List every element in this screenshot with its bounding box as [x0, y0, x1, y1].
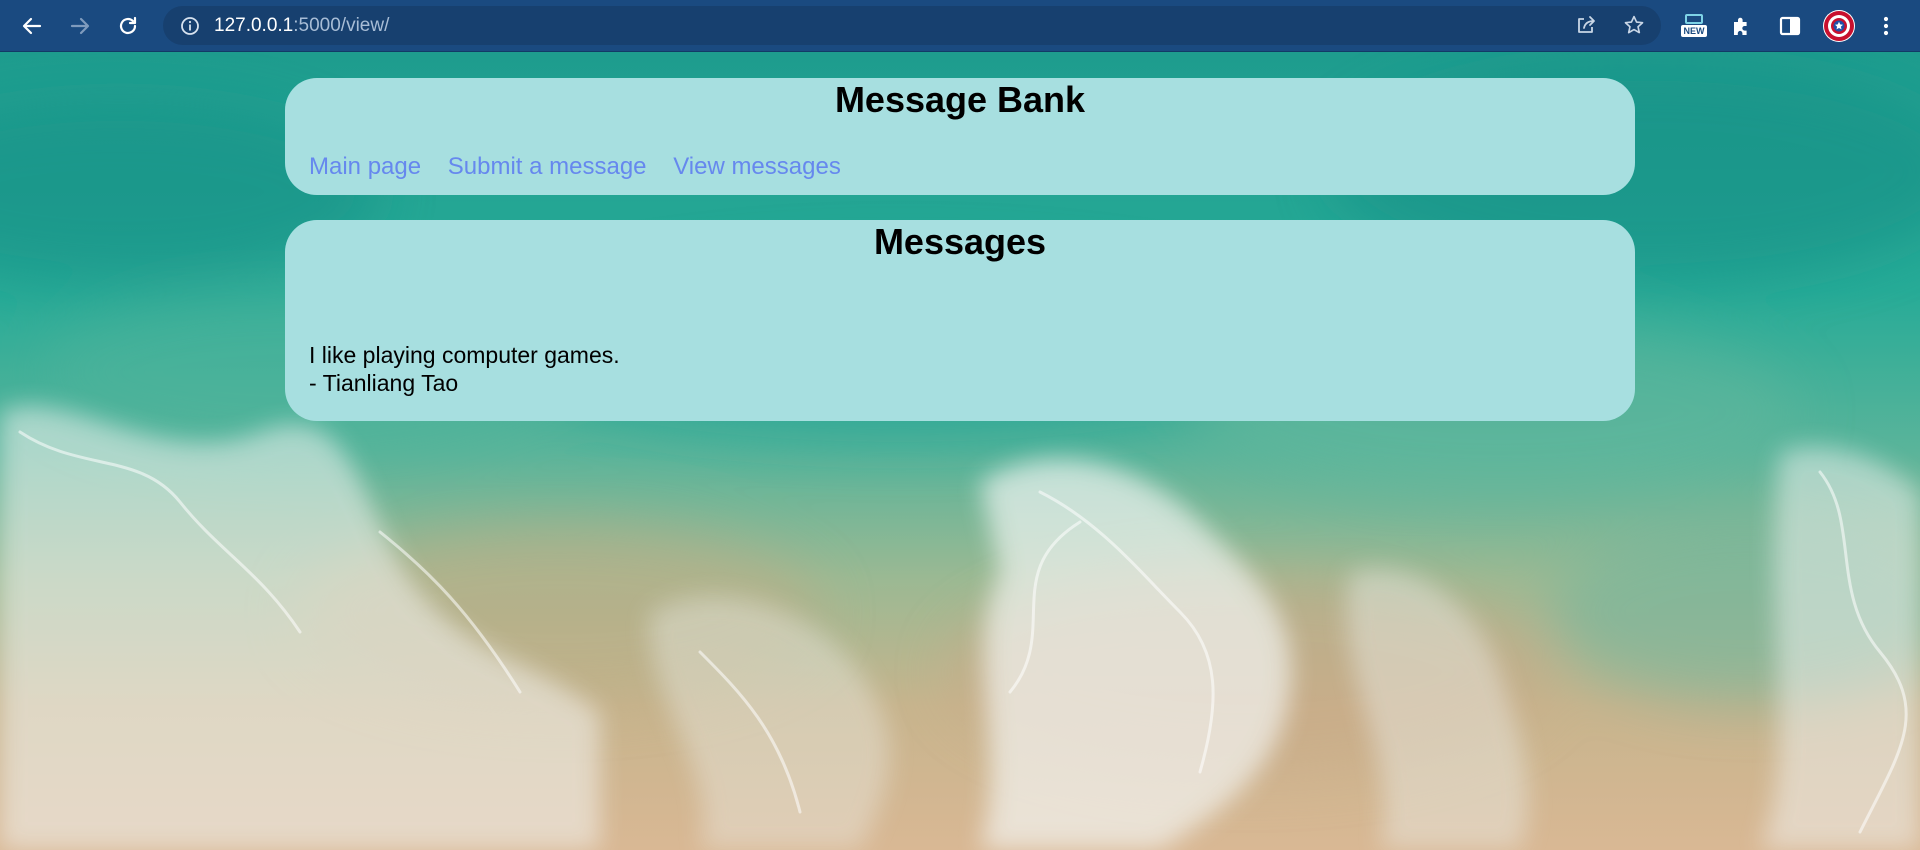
side-panel-icon	[1779, 16, 1801, 36]
nav-link-view-messages[interactable]: View messages	[673, 153, 841, 180]
url-text[interactable]: 127.0.0.1:5000/view/	[214, 6, 389, 45]
address-bar[interactable]: 127.0.0.1:5000/view/	[163, 6, 1661, 45]
main-nav: Main page Submit a message View messages	[309, 152, 861, 182]
url-path: :5000/view/	[293, 15, 390, 36]
side-panel-button[interactable]	[1773, 9, 1807, 43]
star-icon	[1624, 15, 1644, 34]
profile-avatar[interactable]	[1823, 10, 1855, 42]
nav-link-submit-message[interactable]: Submit a message	[448, 153, 647, 180]
page-title: Message Bank	[834, 79, 1086, 120]
back-button[interactable]	[15, 9, 49, 43]
header-card: Message Bank Main page Submit a message …	[285, 78, 1635, 195]
message-text: I like playing computer games.	[309, 342, 620, 368]
more-vert-icon	[1883, 16, 1889, 36]
messages-heading: Messages	[873, 221, 1047, 262]
share-icon	[1578, 16, 1595, 33]
extension-new-button[interactable]: NEW	[1681, 12, 1707, 38]
back-arrow-icon	[22, 17, 42, 35]
share-button[interactable]	[1570, 9, 1602, 41]
bookmark-button[interactable]	[1618, 9, 1650, 41]
puzzle-icon	[1734, 17, 1747, 35]
messages-card: Messages I like playing computer games. …	[285, 220, 1635, 421]
extension-new-icon	[1685, 14, 1703, 24]
info-icon	[181, 17, 199, 35]
forward-arrow-icon	[70, 17, 90, 35]
nav-link-main-page[interactable]: Main page	[309, 153, 421, 180]
extensions-button[interactable]	[1725, 9, 1759, 43]
site-info-button[interactable]	[179, 15, 201, 37]
browser-menu-button[interactable]	[1869, 9, 1903, 43]
reload-icon	[119, 16, 137, 35]
forward-button[interactable]	[63, 9, 97, 43]
shield-avatar-icon	[1824, 11, 1854, 41]
extension-new-badge: NEW	[1681, 25, 1707, 37]
message-item: I like playing computer games. - Tianlia…	[309, 341, 620, 397]
reload-button[interactable]	[111, 9, 145, 43]
page-viewport: Message Bank Main page Submit a message …	[0, 52, 1920, 850]
url-host: 127.0.0.1	[214, 15, 294, 36]
browser-toolbar: 127.0.0.1:5000/view/ NEW	[0, 0, 1920, 52]
message-author: - Tianliang Tao	[309, 370, 459, 396]
